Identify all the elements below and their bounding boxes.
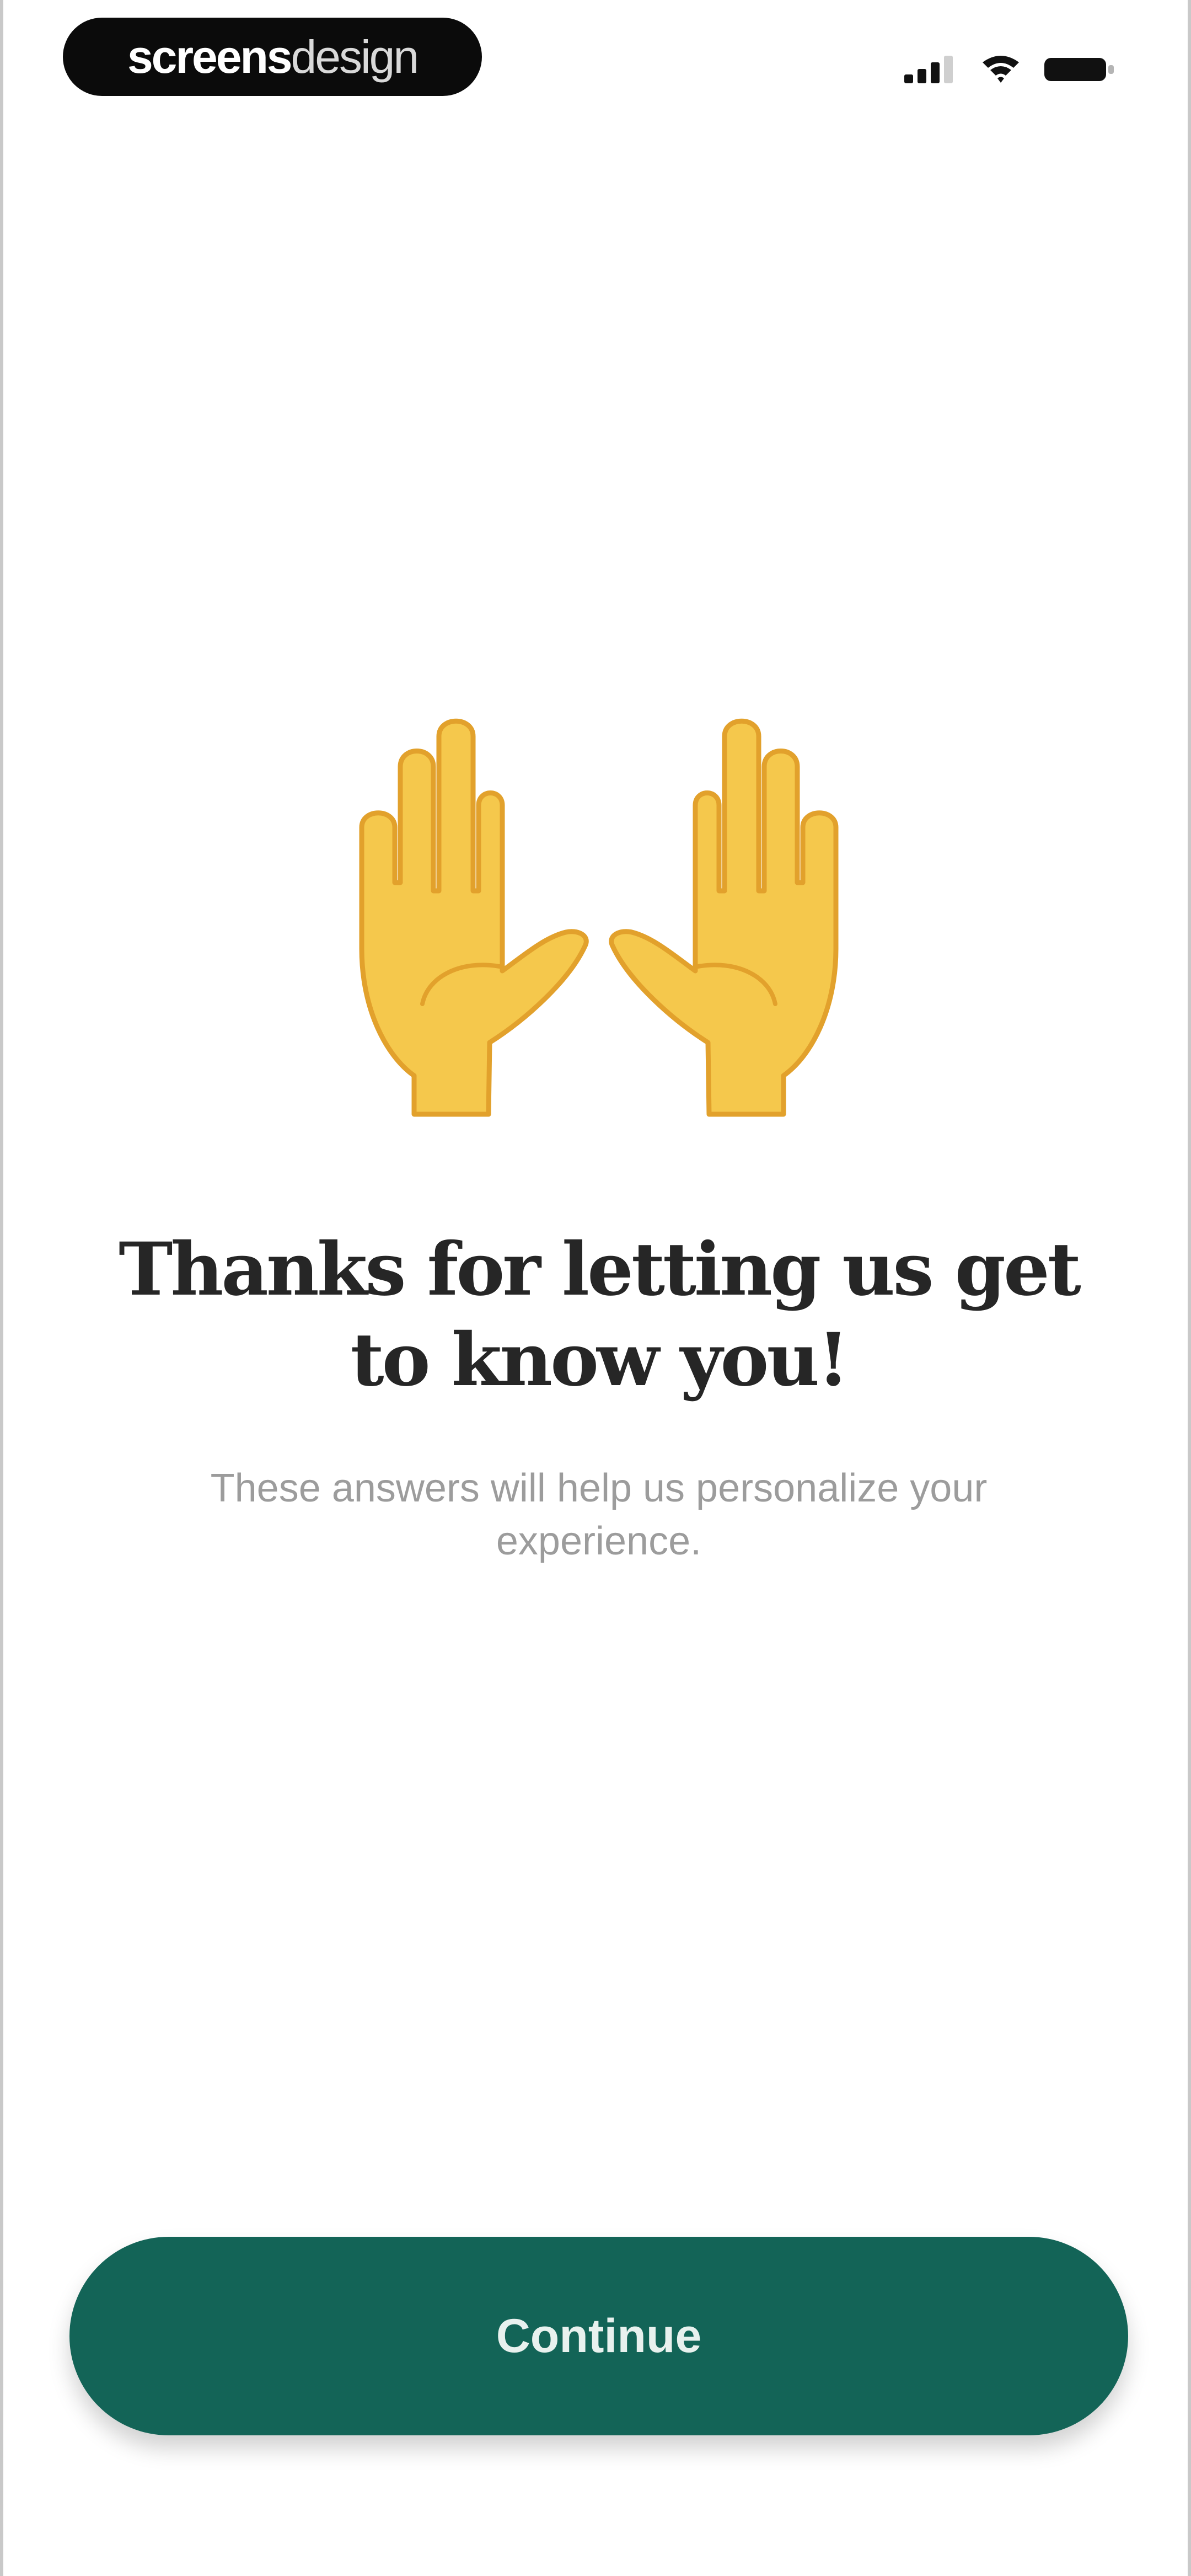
brand-logo-bold: screens bbox=[127, 31, 293, 83]
continue-button[interactable]: Continue bbox=[69, 2237, 1128, 2435]
page-subtitle: These answers will help us personalize y… bbox=[210, 1466, 988, 1563]
app-screen: screens design Thanks for letting us get… bbox=[0, 0, 1191, 2576]
signal-icon bbox=[904, 56, 953, 83]
page-title: Thanks for letting us get to know you! bbox=[119, 1227, 1081, 1403]
wifi-icon bbox=[983, 56, 1019, 83]
brand-logo: screens design bbox=[63, 18, 482, 96]
battery-icon bbox=[1044, 58, 1114, 81]
raised-hands-icon bbox=[359, 718, 839, 1117]
brand-logo-light: design bbox=[291, 31, 420, 83]
status-icons bbox=[903, 50, 1116, 88]
